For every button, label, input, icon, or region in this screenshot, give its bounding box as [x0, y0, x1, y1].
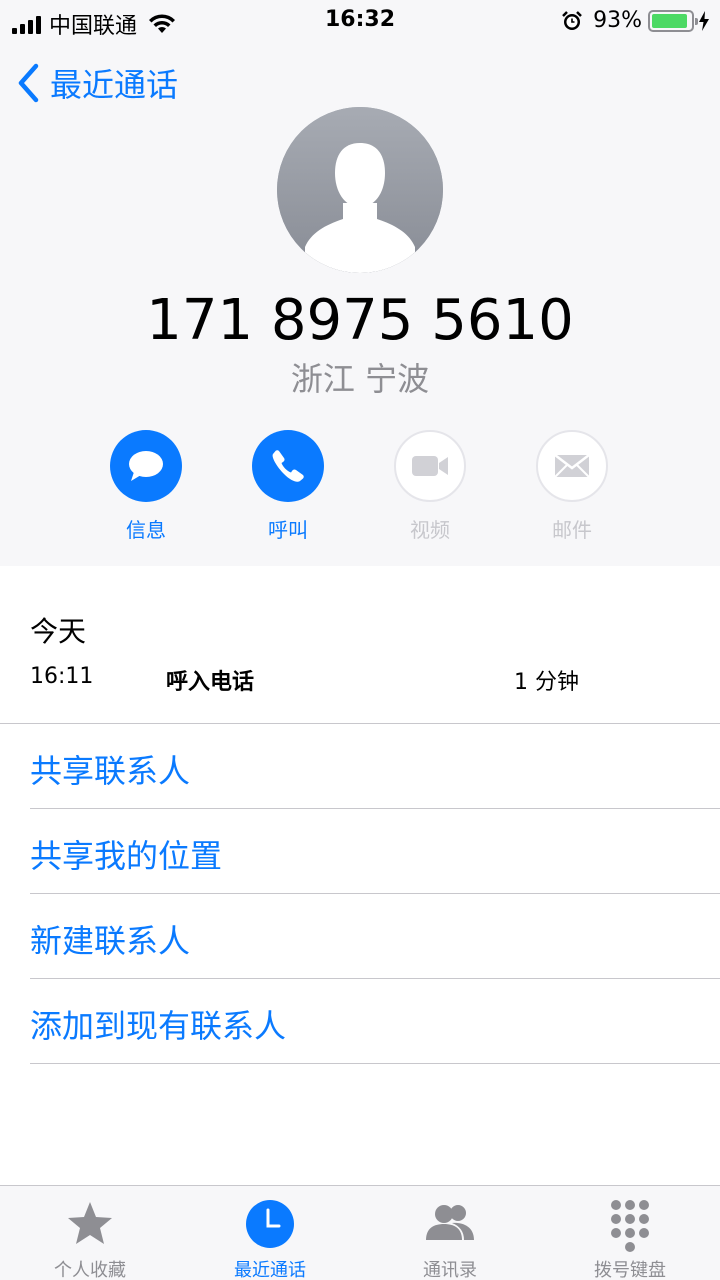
mail-label: 邮件: [552, 518, 592, 542]
history-entry-duration: 1 分钟: [514, 670, 579, 695]
video-button[interactable]: 视频: [375, 430, 485, 543]
call-history: 今天 16:11 呼入电话 1 分钟: [0, 566, 720, 723]
status-right: 93%: [561, 8, 710, 33]
tab-contacts-label: 通讯录: [423, 1260, 477, 1280]
clock-icon: [246, 1200, 294, 1248]
video-icon: [412, 456, 448, 476]
tab-favorites[interactable]: 个人收藏: [0, 1186, 180, 1280]
history-day: 今天: [30, 615, 87, 648]
avatar: [277, 107, 443, 273]
add-to-existing-contact-label: 添加到现有联系人: [30, 1007, 287, 1045]
tab-recents-label: 最近通话: [234, 1260, 306, 1280]
contact-header: 最近通话 171 8975 5610 浙江 宁波 信息 呼叫 视频 邮件: [0, 40, 720, 566]
tab-favorites-label: 个人收藏: [54, 1260, 126, 1280]
history-entry-time: 16:11: [30, 664, 94, 689]
call-label: 呼叫: [268, 518, 308, 542]
video-label: 视频: [410, 518, 450, 542]
tab-contacts[interactable]: 通讯录: [360, 1186, 540, 1280]
battery-icon: [648, 9, 698, 32]
contacts-icon: [426, 1205, 474, 1240]
call-button[interactable]: 呼叫: [233, 430, 343, 543]
battery-fill: [652, 13, 688, 28]
contact-options: 共享联系人 共享我的位置 新建联系人 添加到现有联系人: [0, 724, 720, 1064]
tab-keypad-label: 拨号键盘: [594, 1260, 666, 1280]
back-button[interactable]: 最近通话: [16, 60, 178, 106]
charging-bolt-icon: [699, 10, 709, 31]
phone-icon: [272, 450, 304, 482]
keypad-icon: [611, 1200, 649, 1252]
person-silhouette-icon: [277, 107, 443, 273]
share-contact-label: 共享联系人: [30, 752, 191, 790]
share-location-option[interactable]: 共享我的位置: [0, 809, 720, 894]
tab-recents[interactable]: 最近通话: [180, 1186, 360, 1280]
mail-icon: [554, 454, 590, 478]
divider: [30, 1063, 720, 1064]
message-button[interactable]: 信息: [91, 430, 201, 543]
action-buttons: 信息 呼叫 视频 邮件: [0, 430, 720, 550]
chevron-left-icon: [18, 63, 39, 103]
message-icon: [129, 451, 163, 481]
message-label: 信息: [126, 518, 166, 542]
message-button-circle[interactable]: [110, 430, 182, 502]
new-contact-option[interactable]: 新建联系人: [0, 894, 720, 979]
alarm-icon: [562, 10, 582, 30]
caller-location: 浙江 宁波: [290, 360, 430, 398]
battery-percent: 93%: [593, 8, 642, 33]
share-contact-option[interactable]: 共享联系人: [0, 724, 720, 809]
back-label: 最近通话: [50, 66, 179, 104]
tab-keypad[interactable]: 拨号键盘: [540, 1186, 720, 1280]
add-to-existing-contact-option[interactable]: 添加到现有联系人: [0, 979, 720, 1064]
video-button-circle[interactable]: [394, 430, 466, 502]
tab-bar: 个人收藏 最近通话 通讯录 拨号键盘: [0, 1185, 720, 1280]
star-icon: [68, 1202, 112, 1244]
phone-number: 171 8975 5610: [146, 288, 574, 353]
mail-button-circle[interactable]: [536, 430, 608, 502]
call-button-circle[interactable]: [252, 430, 324, 502]
history-entry-type: 呼入电话: [166, 670, 255, 695]
share-location-label: 共享我的位置: [30, 837, 223, 875]
new-contact-label: 新建联系人: [30, 922, 191, 960]
mail-button[interactable]: 邮件: [517, 430, 627, 543]
status-bar: 中国联通 16:32 93%: [0, 0, 720, 40]
